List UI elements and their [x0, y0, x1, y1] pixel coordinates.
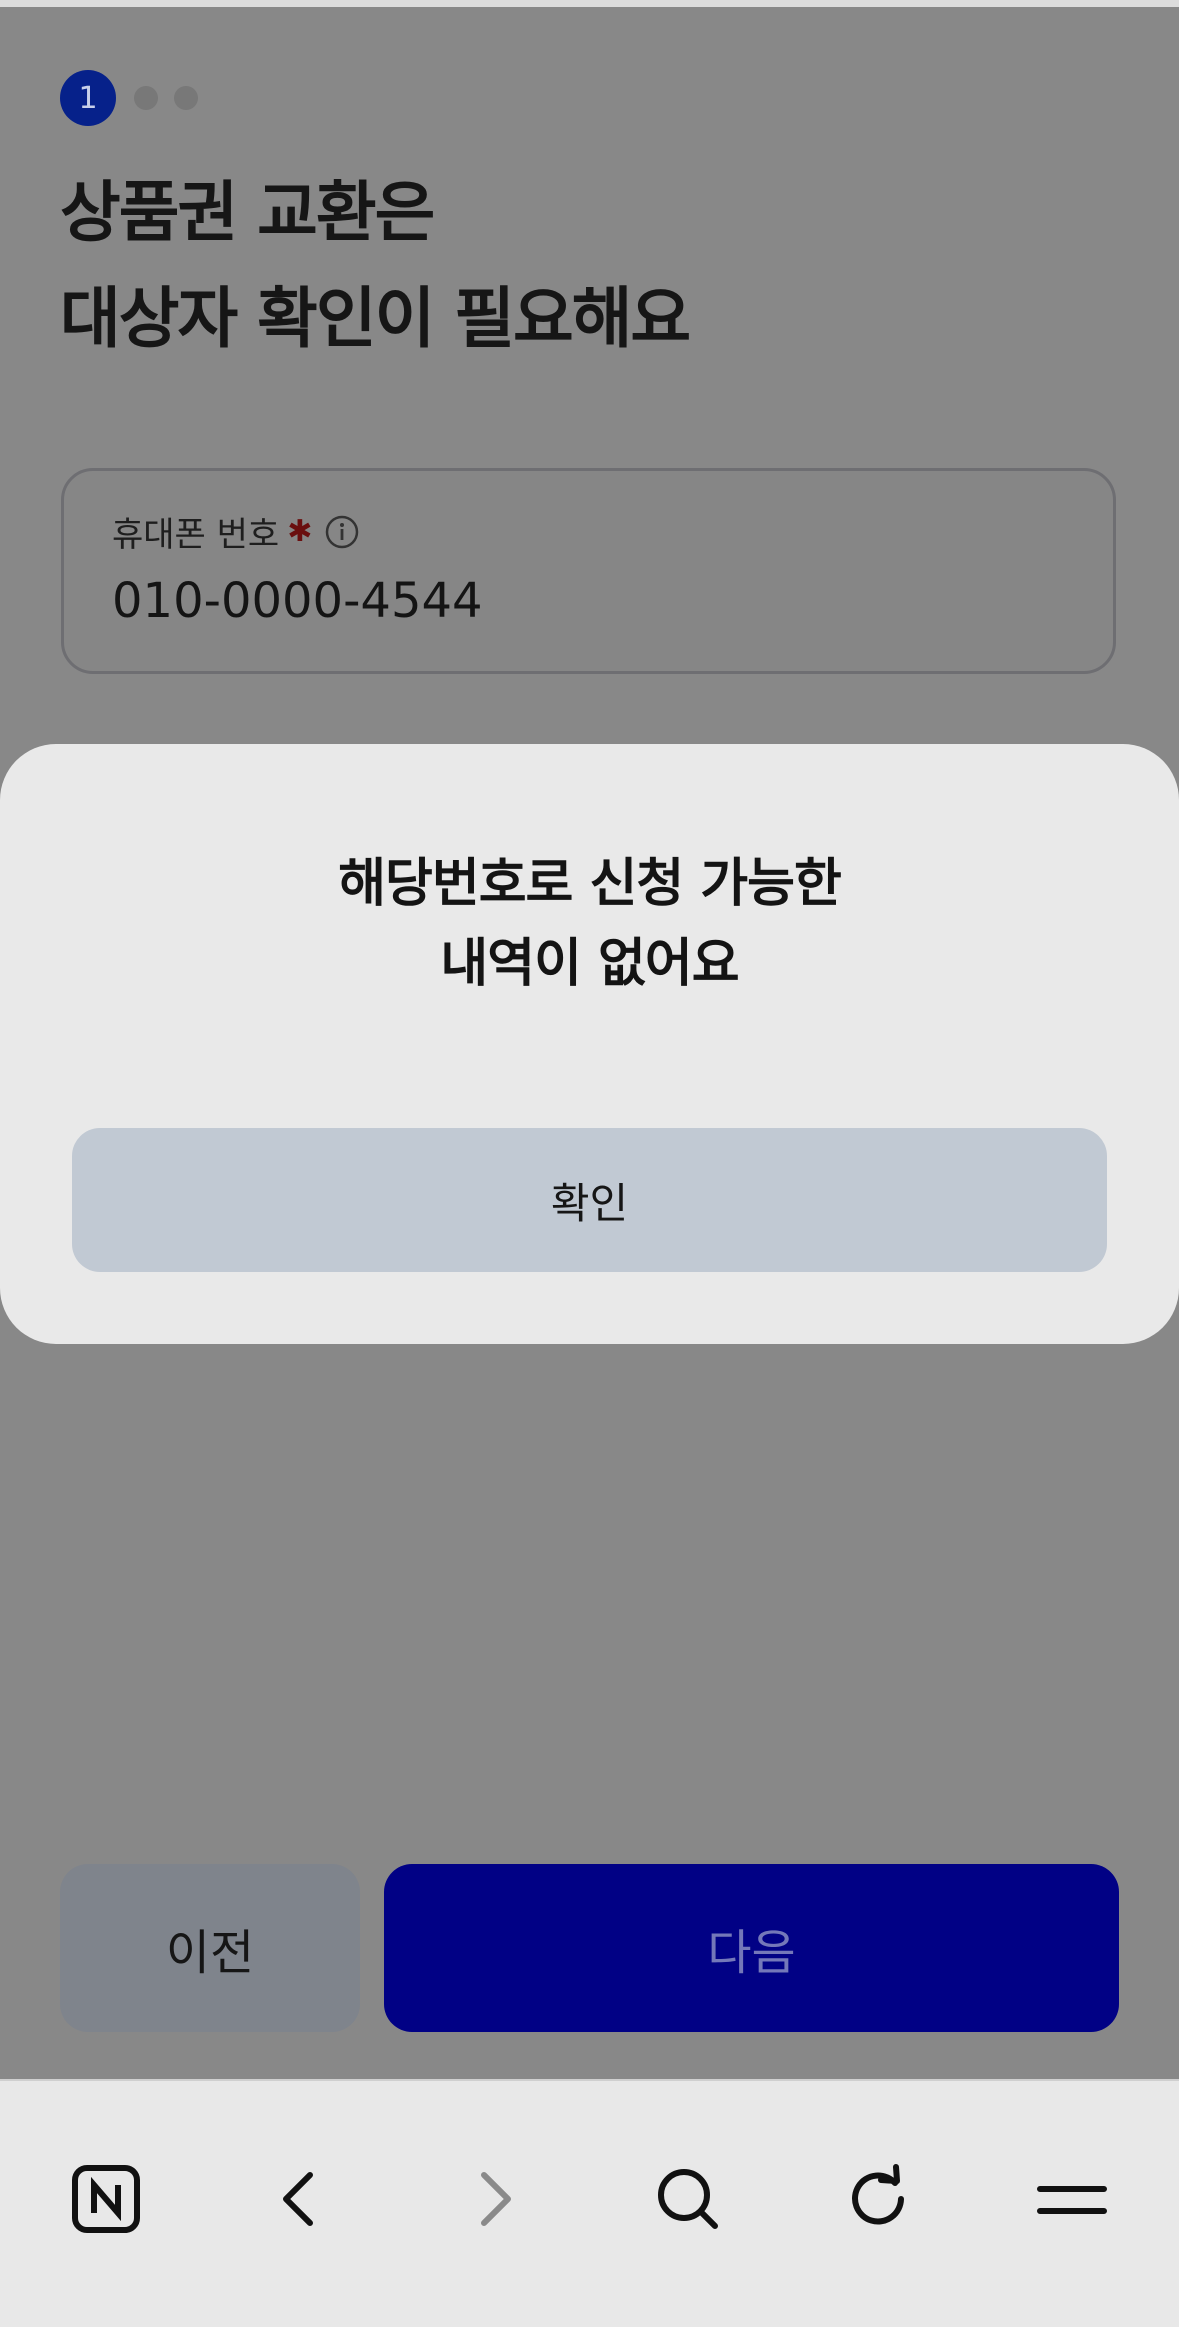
phone-number-field[interactable]: 휴대폰 번호 ✱	[61, 468, 1116, 674]
phone-label: 휴대폰 번호	[112, 515, 280, 555]
page-title-line: 상품권 교환은	[60, 174, 435, 251]
modal-message: 해당번호로 신청 가능한 내역이 없어요	[0, 844, 1179, 1004]
info-icon[interactable]	[324, 514, 360, 550]
step-indicator-dot	[174, 86, 198, 110]
next-button[interactable]: 다음	[384, 1864, 1119, 2032]
back-icon[interactable]	[258, 2157, 342, 2241]
step-indicator-dot	[134, 86, 158, 110]
status-divider	[0, 0, 1179, 7]
alert-modal: 해당번호로 신청 가능한 내역이 없어요 확인	[0, 744, 1179, 1344]
confirm-button[interactable]: 확인	[72, 1128, 1107, 1272]
prev-button[interactable]: 이전	[60, 1864, 360, 2032]
menu-icon[interactable]	[1030, 2157, 1114, 2241]
progress-stepper: 1	[60, 70, 198, 126]
page-title-line: 대상자 확인이 필요해요	[60, 280, 691, 357]
search-icon[interactable]	[646, 2157, 730, 2241]
phone-label-row: 휴대폰 번호 ✱	[112, 507, 360, 556]
refresh-icon[interactable]	[838, 2157, 922, 2241]
browser-toolbar	[0, 2079, 1179, 2327]
step-indicator-active: 1	[60, 70, 116, 126]
required-icon: ✱	[287, 514, 313, 549]
modal-message-line: 해당번호로 신청 가능한	[338, 854, 842, 914]
modal-message-line: 내역이 없어요	[440, 934, 739, 994]
page-title: 상품권 교환은 대상자 확인이 필요해요	[60, 160, 691, 372]
phone-input[interactable]	[112, 571, 1012, 631]
forward-icon[interactable]	[452, 2157, 536, 2241]
naver-home-icon[interactable]	[64, 2157, 148, 2241]
